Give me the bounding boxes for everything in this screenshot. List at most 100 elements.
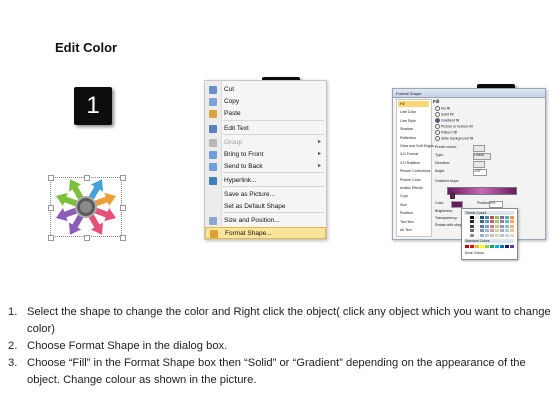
- standard-color-swatch[interactable]: [490, 245, 494, 248]
- category-shadow[interactable]: Shadow: [398, 126, 429, 132]
- preset-colors-button[interactable]: [473, 145, 485, 152]
- color-swatch[interactable]: [480, 229, 484, 233]
- menu-item-format-shape[interactable]: Format Shape...: [205, 227, 326, 239]
- color-swatch[interactable]: [475, 220, 479, 224]
- category-line-style[interactable]: Line Style: [398, 118, 429, 124]
- fill-option-pattern-fill[interactable]: Pattern fill: [435, 130, 457, 135]
- color-swatch[interactable]: [490, 220, 494, 224]
- color-swatch[interactable]: [470, 224, 474, 228]
- gradient-stop[interactable]: [450, 193, 455, 199]
- fill-option-picture-or-texture-fill[interactable]: Picture or texture fill: [435, 124, 473, 129]
- more-colors-link[interactable]: More Colors...: [465, 251, 486, 255]
- selection-handle[interactable]: [48, 175, 54, 181]
- color-swatch[interactable]: [470, 233, 474, 237]
- color-swatch[interactable]: [495, 220, 499, 224]
- selection-handle[interactable]: [48, 205, 54, 211]
- standard-color-swatch[interactable]: [465, 245, 469, 248]
- category-crop[interactable]: Crop: [398, 193, 429, 199]
- color-swatch[interactable]: [465, 233, 469, 237]
- selection-handle[interactable]: [84, 235, 90, 241]
- color-swatch[interactable]: [475, 224, 479, 228]
- color-swatch[interactable]: [500, 216, 504, 219]
- standard-color-swatch[interactable]: [475, 245, 479, 248]
- color-swatch[interactable]: [500, 233, 504, 237]
- color-swatch[interactable]: [490, 233, 494, 237]
- color-swatch[interactable]: [475, 229, 479, 233]
- selection-handle[interactable]: [120, 235, 126, 241]
- menu-item-bring-to-front[interactable]: Bring to Front ▸: [205, 149, 326, 161]
- color-swatch[interactable]: [510, 233, 514, 237]
- color-swatch[interactable]: [465, 220, 469, 224]
- color-swatch[interactable]: [505, 216, 509, 219]
- color-swatch[interactable]: [495, 224, 499, 228]
- category-position[interactable]: Position: [398, 210, 429, 216]
- color-swatch[interactable]: [495, 216, 499, 219]
- color-swatch[interactable]: [475, 216, 479, 219]
- color-swatch[interactable]: [500, 224, 504, 228]
- color-swatch[interactable]: [495, 233, 499, 237]
- color-swatch[interactable]: [465, 224, 469, 228]
- color-swatch[interactable]: [495, 229, 499, 233]
- category-picture-corrections[interactable]: Picture Corrections: [398, 168, 431, 174]
- category-3-d-format[interactable]: 3-D Format: [398, 151, 429, 157]
- standard-color-swatch[interactable]: [480, 245, 484, 248]
- standard-color-swatch[interactable]: [485, 245, 489, 248]
- menu-item-edit-text[interactable]: Edit Text: [205, 123, 326, 135]
- category-fill[interactable]: Fill: [398, 101, 429, 107]
- category-artistic-effects[interactable]: Artistic Effects: [398, 185, 429, 191]
- menu-item-cut[interactable]: Cut: [205, 84, 326, 96]
- color-swatch[interactable]: [505, 224, 509, 228]
- arrows-shape[interactable]: [49, 170, 124, 245]
- color-swatch[interactable]: [485, 233, 489, 237]
- standard-color-swatch[interactable]: [510, 245, 514, 248]
- menu-item-group[interactable]: Group ▸: [205, 137, 326, 149]
- color-swatch[interactable]: [470, 229, 474, 233]
- menu-item-hyperlink[interactable]: Hyperlink...: [205, 175, 326, 187]
- fill-option-solid-fill[interactable]: Solid fill: [435, 112, 453, 117]
- color-swatch[interactable]: [510, 229, 514, 233]
- color-swatch[interactable]: [480, 216, 484, 219]
- menu-item-copy[interactable]: Copy: [205, 96, 326, 108]
- color-swatch[interactable]: [475, 233, 479, 237]
- color-swatch[interactable]: [480, 220, 484, 224]
- color-swatch[interactable]: [485, 229, 489, 233]
- color-swatch[interactable]: [485, 220, 489, 224]
- color-swatch[interactable]: [490, 224, 494, 228]
- selection-handle[interactable]: [120, 175, 126, 181]
- menu-item-set-as-default-shape[interactable]: Set as Default Shape: [205, 201, 326, 213]
- color-swatch[interactable]: [490, 229, 494, 233]
- selection-handle[interactable]: [84, 175, 90, 181]
- standard-color-swatch[interactable]: [505, 245, 509, 248]
- category-text-box[interactable]: Text Box: [398, 219, 429, 225]
- color-swatch[interactable]: [470, 216, 474, 219]
- category-3-d-rotation[interactable]: 3-D Rotation: [398, 160, 429, 166]
- category-alt-text[interactable]: Alt Text: [398, 227, 429, 233]
- fill-option-slide-background-fill[interactable]: Slide background fill: [435, 136, 473, 141]
- fill-option-gradient-fill[interactable]: Gradient fill: [435, 118, 459, 123]
- menu-item-size-and-position[interactable]: Size and Position...: [205, 215, 326, 227]
- color-swatch[interactable]: [480, 224, 484, 228]
- fill-option-no-fill[interactable]: No fill: [435, 106, 450, 111]
- direction-button[interactable]: [473, 161, 485, 168]
- color-swatch[interactable]: [500, 220, 504, 224]
- category-glow-and-soft-edges[interactable]: Glow and Soft Edges: [398, 143, 434, 149]
- menu-item-paste[interactable]: Paste: [205, 108, 326, 120]
- color-swatch[interactable]: [485, 224, 489, 228]
- color-swatch[interactable]: [465, 229, 469, 233]
- color-swatch[interactable]: [490, 216, 494, 219]
- color-button[interactable]: [451, 201, 463, 208]
- color-swatch[interactable]: [465, 216, 469, 219]
- category-picture-color[interactable]: Picture Color: [398, 177, 429, 183]
- color-swatch[interactable]: [480, 233, 484, 237]
- category-line-color[interactable]: Line Color: [398, 109, 429, 115]
- color-swatch[interactable]: [470, 220, 474, 224]
- selection-handle[interactable]: [48, 235, 54, 241]
- standard-color-swatch[interactable]: [470, 245, 474, 248]
- color-swatch[interactable]: [510, 220, 514, 224]
- color-swatch[interactable]: [510, 216, 514, 219]
- color-swatch[interactable]: [505, 220, 509, 224]
- menu-item-send-to-back[interactable]: Send to Back ▸: [205, 161, 326, 173]
- standard-color-swatch[interactable]: [500, 245, 504, 248]
- gradient-bar[interactable]: [447, 187, 517, 195]
- standard-color-swatch[interactable]: [495, 245, 499, 248]
